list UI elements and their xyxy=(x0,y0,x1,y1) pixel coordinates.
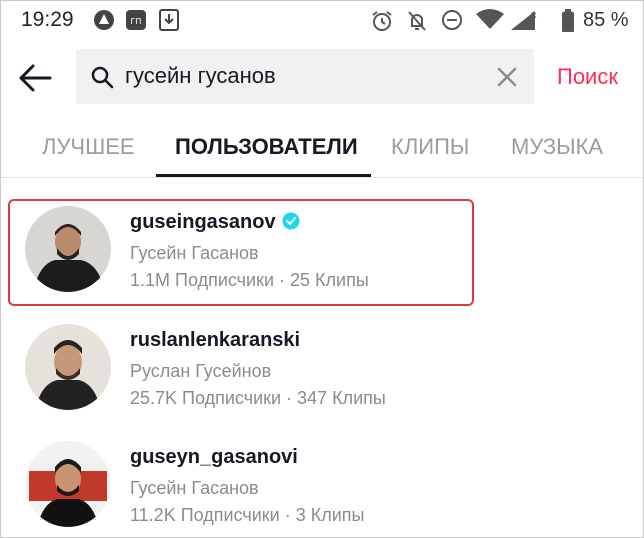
tab-videos[interactable]: КЛИПЫ xyxy=(391,134,469,160)
username[interactable]: guseyn_gasanovi xyxy=(130,446,298,469)
user-result[interactable]: guseyn_gasanovi Гусейн Гасанов 11.2K Под… xyxy=(1,426,643,537)
bell-off-icon xyxy=(408,11,426,31)
avatar[interactable] xyxy=(25,441,111,527)
signal-icon: R xyxy=(511,11,537,30)
screen: 19:29 ГП R 85 % гусейн гусанов Поиск ЛУЧ… xyxy=(0,0,644,538)
user-result[interactable]: ruslanlenkaranski Руслан Гусейнов 25.7K … xyxy=(1,309,643,424)
svg-text:ГП: ГП xyxy=(131,17,142,26)
clear-icon[interactable] xyxy=(496,66,518,88)
alarm-icon xyxy=(372,11,392,31)
badge-icon: ГП xyxy=(126,10,146,30)
app-icon xyxy=(94,10,114,30)
svg-text:R: R xyxy=(531,11,537,20)
highlight-frame xyxy=(8,199,474,306)
username[interactable]: ruslanlenkaranski xyxy=(130,329,300,352)
search-tabs: ЛУЧШЕЕ ПОЛЬЗОВАТЕЛИ КЛИПЫ МУЗЫКА xyxy=(1,119,643,178)
full-name: Руслан Гусейнов xyxy=(130,361,272,381)
status-bar: 19:29 ГП R 85 % xyxy=(1,1,643,39)
status-time: 19:29 xyxy=(21,8,74,31)
search-query[interactable]: гусейн гусанов xyxy=(125,63,276,89)
search-icon xyxy=(91,66,114,89)
tab-top[interactable]: ЛУЧШЕЕ xyxy=(42,134,135,160)
dnd-icon xyxy=(442,10,462,30)
tab-users[interactable]: ПОЛЬЗОВАТЕЛИ xyxy=(175,134,358,160)
battery-percent: 85 % xyxy=(583,9,629,31)
follower-stats: 25.7K Подписчики · 347 Клипы xyxy=(130,388,386,408)
avatar[interactable] xyxy=(25,324,111,410)
battery-icon xyxy=(562,9,574,32)
full-name: Гусейн Гасанов xyxy=(130,478,259,498)
search-input[interactable]: гусейн гусанов xyxy=(76,49,534,104)
active-tab-indicator xyxy=(156,174,371,177)
wifi-icon xyxy=(476,9,504,29)
back-arrow-icon[interactable] xyxy=(17,63,53,93)
search-button[interactable]: Поиск xyxy=(557,64,618,90)
follower-stats: 11.2K Подписчики · 3 Клипы xyxy=(130,505,365,525)
tab-music[interactable]: МУЗЫКА xyxy=(511,134,603,160)
download-icon xyxy=(159,9,179,31)
